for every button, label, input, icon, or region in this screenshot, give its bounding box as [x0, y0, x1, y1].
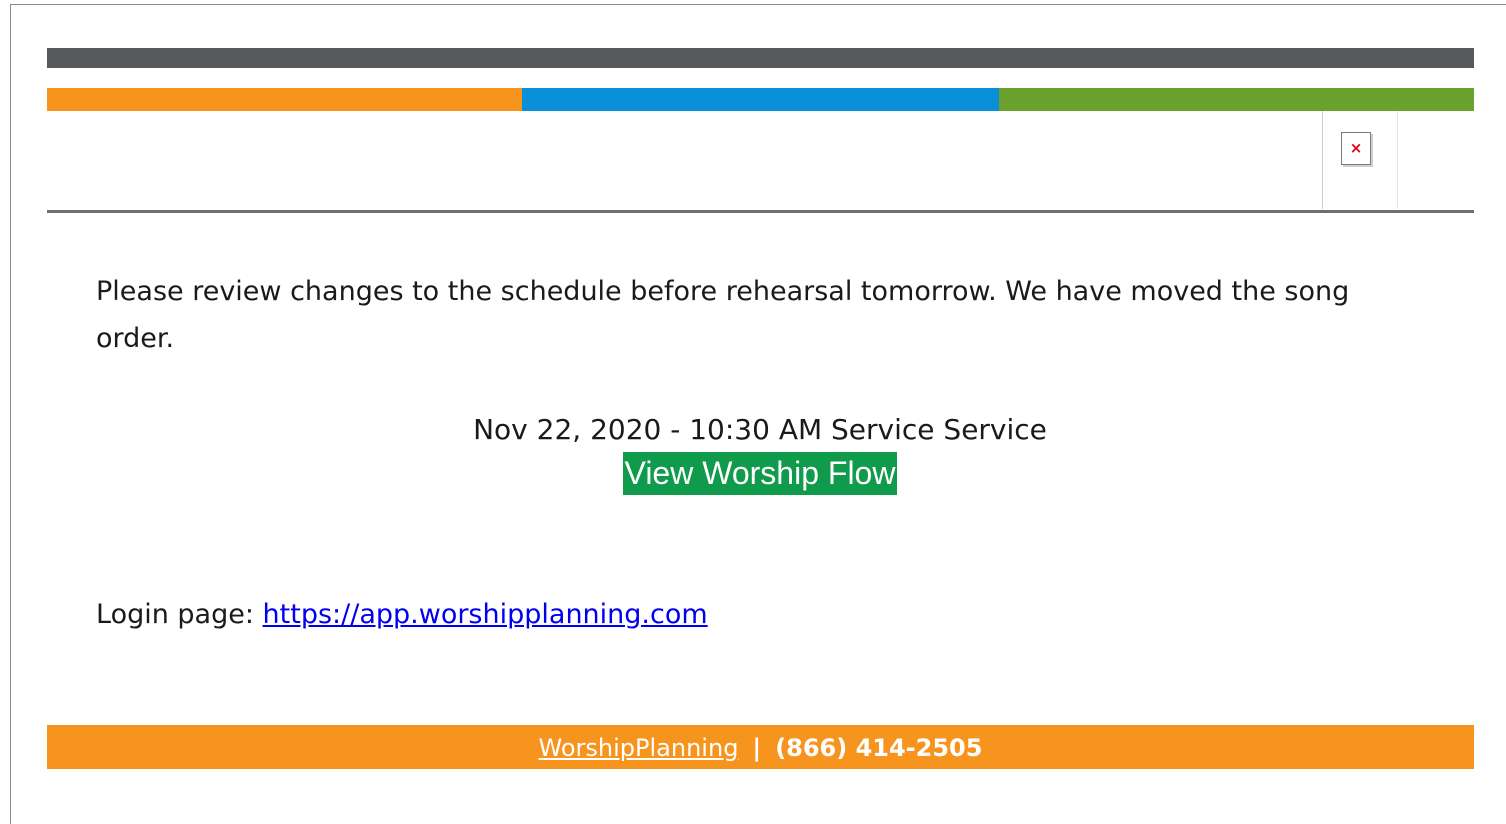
login-label: Login page:: [96, 599, 254, 630]
message-text: Please review changes to the schedule be…: [96, 276, 1350, 354]
footer-phone: (866) 414-2505: [775, 734, 983, 762]
color-bar-orange: [47, 88, 522, 111]
header-divider: [47, 210, 1474, 213]
login-link[interactable]: https://app.worshipplanning.com: [263, 599, 708, 630]
header-color-bar: [47, 88, 1474, 111]
cta-wrapper: View Worship Flow: [0, 452, 1506, 495]
footer-bar: WorshipPlanning | (866) 414-2505: [47, 725, 1474, 769]
logo-image: ×: [1322, 111, 1398, 209]
footer-separator: |: [752, 734, 762, 762]
footer-brand-link[interactable]: WorshipPlanning: [539, 734, 739, 762]
view-worship-flow-button[interactable]: View Worship Flow: [622, 452, 898, 495]
event-line: Nov 22, 2020 - 10:30 AM Service Service: [473, 413, 1047, 446]
color-bar-blue: [522, 88, 999, 111]
header-top-bar: [47, 48, 1474, 68]
broken-image-icon: ×: [1341, 132, 1371, 165]
login-line: Login page: https://app.worshipplanning.…: [96, 593, 708, 637]
color-bar-green: [999, 88, 1474, 111]
